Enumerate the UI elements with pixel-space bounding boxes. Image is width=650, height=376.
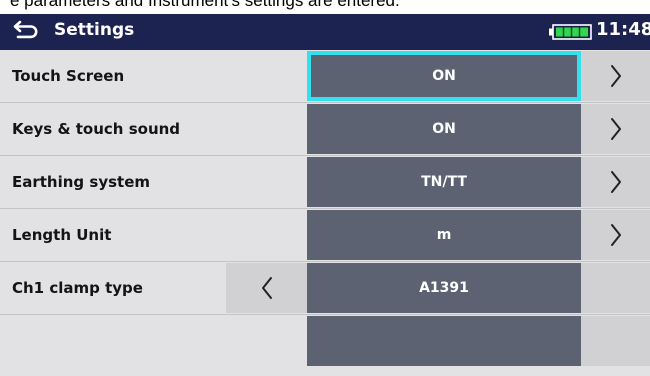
back-button[interactable] bbox=[12, 18, 42, 44]
setting-label: Ch1 clamp type bbox=[12, 279, 143, 297]
settings-screen: Settings 11:48 Touch Screen ON Keys & to… bbox=[0, 14, 650, 376]
setting-row-earthing-system: Earthing system TN/TT bbox=[0, 156, 650, 208]
chevron-right-icon bbox=[610, 118, 621, 140]
next-option-button[interactable] bbox=[581, 157, 650, 207]
clock-time: 11:48 bbox=[596, 19, 650, 40]
next-option-button-disabled bbox=[581, 263, 650, 313]
arrow-cell-partial bbox=[581, 316, 650, 366]
chevron-right-icon bbox=[610, 224, 621, 246]
previous-option-button[interactable] bbox=[226, 263, 307, 313]
setting-row-touch-screen: Touch Screen ON bbox=[0, 50, 650, 102]
setting-value-ch1-clamp-type[interactable]: A1391 bbox=[307, 263, 581, 313]
chevron-right-icon bbox=[610, 65, 621, 87]
page-title: Settings bbox=[54, 20, 135, 40]
setting-value-touch-screen[interactable]: ON bbox=[307, 51, 581, 101]
setting-label: Keys & touch sound bbox=[12, 120, 181, 138]
setting-value-partial[interactable] bbox=[307, 316, 581, 366]
setting-label: Length Unit bbox=[12, 226, 112, 244]
title-bar: Settings 11:48 bbox=[0, 14, 650, 50]
battery-icon bbox=[549, 24, 592, 40]
document-caption: e parameters and Instrument's settings a… bbox=[0, 0, 650, 14]
setting-row-partial bbox=[0, 315, 650, 367]
setting-row-length-unit: Length Unit m bbox=[0, 209, 650, 261]
chevron-right-icon bbox=[610, 171, 621, 193]
next-option-button[interactable] bbox=[581, 104, 650, 154]
chevron-left-icon bbox=[261, 277, 272, 299]
setting-label: Touch Screen bbox=[12, 67, 125, 85]
next-option-button[interactable] bbox=[581, 210, 650, 260]
setting-value-earthing-system[interactable]: TN/TT bbox=[307, 157, 581, 207]
setting-value-keys-touch-sound[interactable]: ON bbox=[307, 104, 581, 154]
next-option-button[interactable] bbox=[581, 51, 650, 101]
caption-text: e parameters and Instrument's settings a… bbox=[10, 0, 400, 10]
setting-row-ch1-clamp-type: Ch1 clamp type A1391 bbox=[0, 262, 650, 314]
setting-label: Earthing system bbox=[12, 173, 151, 191]
setting-row-keys-touch-sound: Keys & touch sound ON bbox=[0, 103, 650, 155]
setting-value-length-unit[interactable]: m bbox=[307, 210, 581, 260]
back-arrow-icon bbox=[13, 20, 38, 39]
